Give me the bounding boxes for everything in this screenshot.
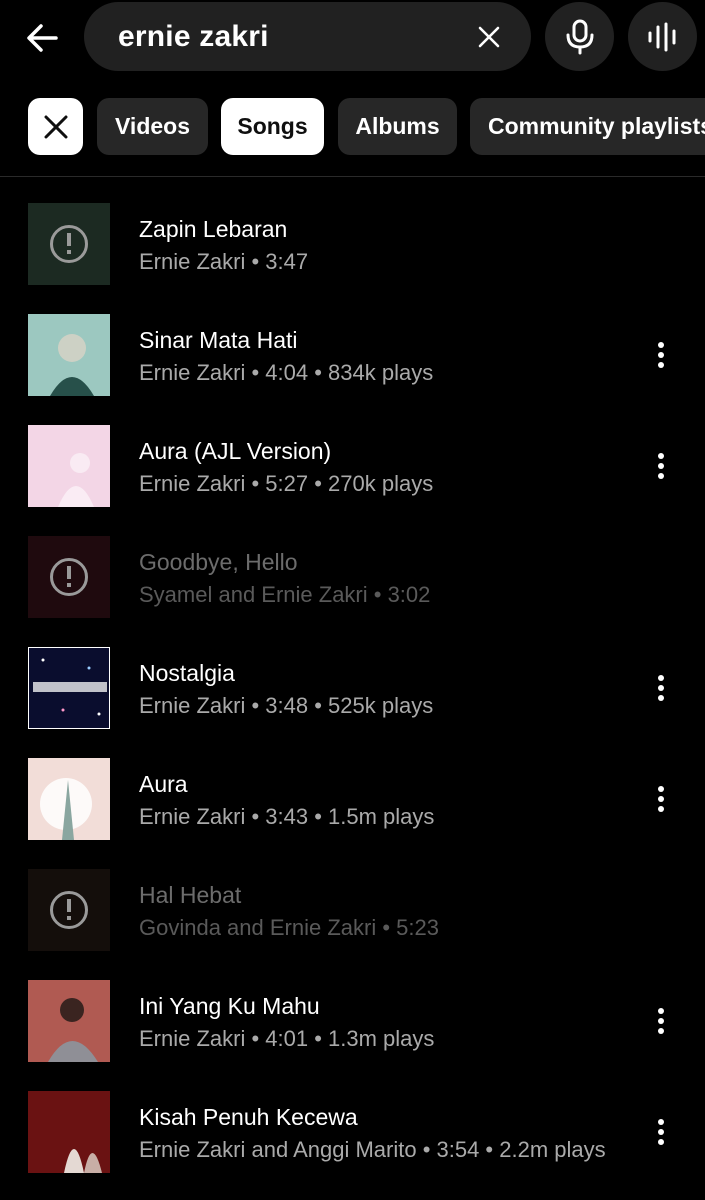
song-subtitle: Ernie Zakri • 3:48 • 525k plays [139,693,434,718]
warning-icon [50,891,88,929]
clear-filter-chip[interactable] [28,98,83,155]
song-row[interactable]: Ini Yang Ku Mahu Ernie Zakri • 4:01 • 1.… [0,965,705,1076]
search-input[interactable]: ernie zakri [84,2,531,71]
back-button[interactable] [18,14,66,62]
filter-chips: Videos Songs Albums Community playlists [0,98,705,155]
song-row[interactable]: Hal Hebat Govinda and Ernie Zakri • 5:23 [0,854,705,965]
filter-chip-songs[interactable]: Songs [221,98,324,155]
song-subtitle: Govinda and Ernie Zakri • 5:23 [139,915,439,940]
song-title: Ini Yang Ku Mahu [139,993,320,1019]
filter-chip-community-playlists[interactable]: Community playlists [470,98,705,155]
voice-search-button[interactable] [545,2,614,71]
arrow-left-icon [27,24,58,52]
album-art [28,758,110,840]
more-options-button[interactable] [644,1001,678,1041]
more-options-button[interactable] [644,335,678,375]
song-row[interactable]: Sinar Mata Hati Ernie Zakri • 4:04 • 834… [0,299,705,410]
search-query: ernie zakri [118,20,269,53]
close-icon [478,26,500,48]
song-row[interactable]: Aura Ernie Zakri • 3:43 • 1.5m plays [0,743,705,854]
song-title: Goodbye, Hello [139,549,298,575]
album-art [28,314,110,396]
song-list: Zapin Lebaran Ernie Zakri • 3:47 Sinar M… [0,188,705,1187]
song-row[interactable]: Aura (AJL Version) Ernie Zakri • 5:27 • … [0,410,705,521]
more-options-button[interactable] [644,779,678,819]
song-subtitle: Ernie Zakri • 4:01 • 1.3m plays [139,1026,435,1051]
album-art [28,647,110,729]
album-art [28,425,110,507]
top-bar: ernie zakri [0,0,705,80]
more-vertical-icon [658,675,664,701]
song-subtitle: Ernie Zakri • 5:27 • 270k plays [139,471,434,496]
close-icon [44,115,67,138]
song-subtitle: Ernie Zakri and Anggi Marito • 3:54 • 2.… [139,1137,606,1162]
song-title: Nostalgia [139,660,235,686]
song-recognition-button[interactable] [628,2,697,71]
more-options-button[interactable] [644,446,678,486]
song-subtitle: Ernie Zakri • 3:43 • 1.5m plays [139,804,435,829]
song-subtitle: Ernie Zakri • 3:47 [139,249,309,274]
warning-icon [50,558,88,596]
song-row[interactable]: Nostalgia Ernie Zakri • 3:48 • 525k play… [0,632,705,743]
more-vertical-icon [658,342,664,368]
more-vertical-icon [658,1119,664,1145]
more-options-button[interactable] [644,1112,678,1152]
microphone-icon [566,19,593,54]
song-title: Aura [139,771,188,797]
more-vertical-icon [658,453,664,479]
song-title: Hal Hebat [139,882,242,908]
divider [0,176,705,177]
song-row[interactable]: Kisah Penuh Kecewa Ernie Zakri and Anggi… [0,1076,705,1187]
song-title: Zapin Lebaran [139,216,288,242]
song-subtitle: Ernie Zakri • 4:04 • 834k plays [139,360,434,385]
album-art [28,1091,110,1173]
album-art [28,980,110,1062]
song-row[interactable]: Zapin Lebaran Ernie Zakri • 3:47 [0,188,705,299]
more-vertical-icon [658,1008,664,1034]
filter-chip-videos[interactable]: Videos [97,98,208,155]
filter-chip-albums[interactable]: Albums [338,98,457,155]
sound-wave-icon [648,22,675,51]
clear-search-button[interactable] [471,19,507,55]
more-options-button[interactable] [644,668,678,708]
song-subtitle: Syamel and Ernie Zakri • 3:02 [139,582,431,607]
song-title: Sinar Mata Hati [139,327,298,353]
song-title: Kisah Penuh Kecewa [139,1104,358,1130]
song-row[interactable]: Goodbye, Hello Syamel and Ernie Zakri • … [0,521,705,632]
more-vertical-icon [658,786,664,812]
warning-icon [50,225,88,263]
song-title: Aura (AJL Version) [139,438,332,464]
